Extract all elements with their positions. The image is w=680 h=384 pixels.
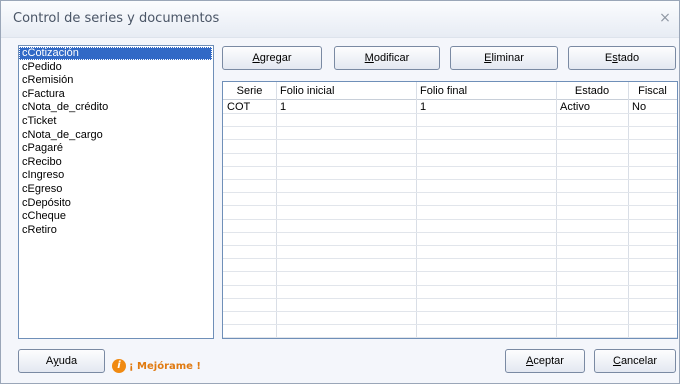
grid-row-divider	[223, 152, 677, 154]
aceptar-button[interactable]: Aceptar	[505, 349, 585, 373]
document-type-item[interactable]: cPedido	[19, 61, 212, 74]
table-row[interactable]: COT 1 1 Activo No	[223, 100, 677, 113]
aceptar-label: ceptar	[533, 355, 564, 367]
document-type-item[interactable]: cNota_de_cargo	[19, 129, 212, 142]
agregar-button[interactable]: Agregar	[222, 46, 322, 70]
ayuda-label-pre: A	[45, 355, 54, 367]
grid-row-divider	[223, 165, 677, 167]
grid-row-divider	[223, 271, 677, 273]
grid-column-divider	[276, 82, 277, 338]
table-cell: Activo	[560, 101, 590, 113]
grid-row-divider	[223, 126, 677, 128]
window-title: Control de series y documentos	[13, 11, 220, 26]
column-header[interactable]: Folio inicial	[276, 84, 416, 98]
document-type-item[interactable]: cIngreso	[19, 169, 212, 182]
document-type-item[interactable]: cRecibo	[19, 156, 212, 169]
grid-row-divider	[223, 311, 677, 312]
cancelar-button[interactable]: Cancelar	[594, 349, 676, 373]
agregar-mnemonic: A	[252, 52, 260, 64]
grid-row-divider	[223, 218, 677, 220]
document-type-item[interactable]: cTicket	[19, 115, 212, 128]
table-cell: 1	[280, 101, 287, 113]
modificar-label: odificar	[373, 52, 410, 64]
info-icon: i	[112, 359, 126, 373]
close-icon[interactable]: ×	[657, 10, 673, 26]
cancelar-label: ancelar	[620, 355, 658, 367]
document-type-list[interactable]: cCotización cPedido cRemisión cFactura cNota…	[18, 45, 214, 339]
document-type-item[interactable]: cCotización	[19, 47, 212, 60]
estado-label: tado	[617, 52, 640, 64]
mejorame-link[interactable]: i ¡ Mejórame !	[112, 358, 201, 374]
document-type-item[interactable]: cRemisión	[19, 74, 212, 87]
agregar-label: gregar	[259, 52, 292, 64]
ayuda-label: uda	[58, 355, 78, 367]
aceptar-mnemonic: A	[526, 355, 534, 367]
table-cell: 1	[420, 101, 427, 113]
grid-column-divider	[556, 82, 557, 338]
document-type-item[interactable]: cEgreso	[19, 183, 212, 196]
column-header[interactable]: Folio final	[416, 84, 556, 98]
grid-row-divider	[223, 258, 677, 260]
cancelar-mnemonic: C	[612, 355, 621, 367]
table-cell: No	[632, 101, 647, 113]
grid-row-divider	[223, 139, 677, 141]
document-type-item[interactable]: cPagaré	[19, 142, 212, 155]
grid-row-divider	[223, 297, 677, 299]
document-type-item[interactable]: cRetiro	[19, 224, 212, 237]
grid-row-divider	[223, 324, 677, 326]
column-header[interactable]: Fiscal	[628, 84, 677, 98]
grid-row-divider	[223, 179, 677, 180]
ayuda-button[interactable]: Ay uda	[18, 349, 105, 373]
series-grid[interactable]: Serie Folio inicial Folio final Estado Fisca…	[222, 81, 678, 339]
document-type-item[interactable]: cDepósito	[19, 197, 212, 210]
series-documents-dialog: Control de series y documentos × cCotiza…	[0, 0, 680, 384]
estado-label-pre: E	[604, 52, 613, 64]
grid-row-divider	[223, 337, 677, 338]
grid-column-divider	[416, 82, 417, 338]
column-header[interactable]: Serie	[223, 84, 276, 98]
estado-button[interactable]: Es tado	[568, 46, 676, 70]
title-bar: Control de series y documentos ×	[1, 1, 679, 38]
grid-row-divider	[223, 205, 677, 207]
eliminar-mnemonic: E	[484, 52, 492, 64]
mejorame-label: ¡ Mejórame !	[129, 360, 201, 372]
table-cell: COT	[227, 101, 251, 113]
eliminar-button[interactable]: Eliminar	[450, 46, 558, 70]
column-header[interactable]: Estado	[556, 84, 628, 98]
document-type-item[interactable]: cCheque	[19, 210, 212, 223]
eliminar-label: liminar	[491, 52, 524, 64]
grid-row-divider	[223, 231, 677, 233]
grid-row-divider	[223, 245, 677, 246]
grid-column-divider	[628, 82, 629, 338]
modificar-mnemonic: M	[364, 52, 374, 64]
grid-row-divider	[223, 192, 677, 194]
document-type-item[interactable]: cFactura	[19, 88, 212, 101]
document-type-item[interactable]: cNota_de_crédito	[19, 101, 212, 114]
modificar-button[interactable]: Modificar	[334, 46, 440, 70]
grid-row-divider	[223, 284, 677, 286]
